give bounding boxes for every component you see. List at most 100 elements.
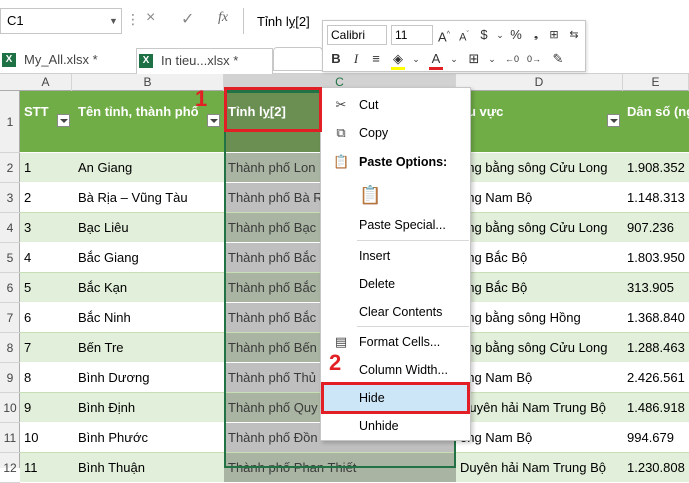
table-cell-a[interactable]: 9 — [20, 393, 72, 422]
formula-content[interactable]: Tỉnh lỵ[2] — [257, 14, 310, 29]
table-cell-e[interactable]: 907.236 — [623, 213, 689, 242]
menu-item-column-width[interactable]: Column Width... — [321, 357, 470, 383]
table-cell-e[interactable]: 1.148.313 — [623, 183, 689, 212]
filter-dropdown-icon[interactable] — [607, 114, 620, 127]
filter-dropdown-icon[interactable] — [207, 114, 220, 127]
menu-item-insert[interactable]: Insert — [321, 243, 470, 269]
menu-item-cut[interactable]: ✂ Cut — [321, 92, 470, 118]
increase-font-icon[interactable]: A^ — [435, 25, 453, 45]
table-cell-e[interactable]: 1.803.950 — [623, 243, 689, 272]
table-cell-d[interactable]: Duyên hải Nam Trung Bộ — [456, 393, 623, 422]
new-tab-button[interactable] — [273, 47, 323, 71]
table-cell-d[interactable]: òng Bắc Bộ — [456, 243, 623, 272]
table-cell-d[interactable]: òng bằng sông Cửu Long — [456, 213, 623, 242]
format-painter-icon[interactable]: ✎ — [549, 49, 567, 69]
table-cell-e[interactable]: 994.679 — [623, 423, 689, 452]
enter-icon[interactable]: ✓ — [181, 9, 194, 29]
row-header[interactable]: 11 — [0, 423, 20, 453]
menu-item-copy[interactable]: ⧉ Copy — [321, 120, 470, 146]
wrap-text-icon[interactable]: ⇆ — [565, 25, 583, 45]
column-header-a[interactable]: A — [20, 74, 72, 91]
chevron-down-icon[interactable]: ⌄ — [483, 49, 501, 69]
table-cell-a[interactable]: 10 — [20, 423, 72, 452]
borders-icon[interactable]: ⊞ — [465, 49, 483, 69]
chevron-down-icon[interactable]: ▼ — [109, 16, 118, 26]
table-cell-d[interactable]: òng bằng sông Hồng — [456, 303, 623, 332]
tab-in-tieu[interactable]: X In tieu...xlsx * — [136, 48, 273, 74]
table-cell-a[interactable]: 1 — [20, 153, 72, 182]
menu-item-clear-contents[interactable]: Clear Contents — [321, 299, 470, 325]
table-cell-b[interactable]: Bắc Ninh — [72, 303, 224, 332]
table-cell-e[interactable]: 2.426.561 — [623, 363, 689, 392]
paste-button[interactable]: 📋 — [321, 178, 470, 210]
header-cell-region[interactable]: hu vực — [456, 91, 623, 152]
percent-format-icon[interactable]: % — [507, 25, 525, 45]
table-cell-d[interactable]: ông Nam Bộ — [456, 183, 623, 212]
tab-my-all[interactable]: X My_All.xlsx * — [0, 48, 132, 74]
chevron-down-icon[interactable]: ⌄ — [407, 49, 425, 69]
font-size-field[interactable]: 11 — [391, 25, 433, 45]
table-cell-a[interactable]: 3 — [20, 213, 72, 242]
row-header[interactable]: 1 — [0, 91, 20, 153]
increase-decimal-icon[interactable]: ←0 — [503, 49, 521, 69]
table-cell-b[interactable]: Bạc Liêu — [72, 213, 224, 242]
table-cell-e[interactable]: 313.905 — [623, 273, 689, 302]
table-cell-d[interactable]: ông Nam Bộ — [456, 363, 623, 392]
table-cell-e[interactable]: 1.486.918 — [623, 393, 689, 422]
row-header[interactable]: 7 — [0, 303, 20, 333]
table-cell-b[interactable]: Bắc Giang — [72, 243, 224, 272]
row-header[interactable]: 12 — [0, 453, 20, 483]
table-cell-b[interactable]: Bắc Kạn — [72, 273, 224, 302]
table-cell-a[interactable]: 4 — [20, 243, 72, 272]
menu-item-format-cells[interactable]: ▤ Format Cells... — [321, 329, 470, 355]
row-header[interactable]: 4 — [0, 213, 20, 243]
table-cell-b[interactable]: Bình Phước — [72, 423, 224, 452]
menu-item-delete[interactable]: Delete — [321, 271, 470, 297]
table-cell-e[interactable]: 1.908.352 — [623, 153, 689, 182]
menu-item-unhide[interactable]: Unhide — [321, 413, 470, 439]
table-cell-d[interactable]: òng Bắc Bộ — [456, 273, 623, 302]
filter-dropdown-icon[interactable] — [57, 114, 70, 127]
table-cell-a[interactable]: 8 — [20, 363, 72, 392]
cancel-icon[interactable]: × — [146, 9, 155, 27]
table-cell-a[interactable]: 7 — [20, 333, 72, 362]
table-cell-a[interactable]: 6 — [20, 303, 72, 332]
table-cell-b[interactable]: Bình Dương — [72, 363, 224, 392]
row-header[interactable]: 2 — [0, 153, 20, 183]
table-cell-b[interactable]: An Giang — [72, 153, 224, 182]
row-header[interactable]: 6 — [0, 273, 20, 303]
decrease-font-icon[interactable]: Aˇ — [455, 25, 473, 45]
italic-icon[interactable]: I — [347, 49, 365, 69]
table-cell-a[interactable]: 5 — [20, 273, 72, 302]
name-box[interactable]: C1 — [0, 8, 122, 34]
menu-item-paste-special[interactable]: Paste Special... — [321, 212, 470, 238]
decrease-decimal-icon[interactable]: 0→ — [525, 49, 543, 69]
table-cell-d[interactable]: òng bằng sông Cửu Long — [456, 333, 623, 362]
header-cell-population[interactable]: Dân số (ng — [623, 91, 689, 152]
table-cell-b[interactable]: Bà Rịa – Vũng Tàu — [72, 183, 224, 212]
row-header[interactable]: 9 — [0, 363, 20, 393]
fill-color-icon[interactable]: ◈ — [389, 49, 407, 69]
row-header[interactable]: 5 — [0, 243, 20, 273]
column-header-d[interactable]: D — [456, 74, 623, 91]
table-cell-a[interactable]: 2 — [20, 183, 72, 212]
column-header-e[interactable]: E — [623, 74, 689, 91]
merge-center-icon[interactable]: ⊞ — [545, 25, 563, 45]
menu-item-hide[interactable]: Hide — [321, 385, 470, 411]
align-center-icon[interactable]: ≡ — [367, 49, 385, 69]
font-name-field[interactable]: Calibri — [327, 25, 387, 45]
font-color-icon[interactable]: A — [427, 49, 445, 69]
table-cell-b[interactable]: Bình Định — [72, 393, 224, 422]
insert-function-icon[interactable]: fx — [218, 10, 228, 26]
row-header[interactable]: 3 — [0, 183, 20, 213]
table-cell-d[interactable]: ông Nam Bộ — [456, 423, 623, 452]
row-header[interactable]: 10 — [0, 393, 20, 423]
chevron-down-icon[interactable]: ⌄ — [445, 49, 463, 69]
table-cell-d[interactable]: òng bằng sông Cửu Long — [456, 153, 623, 182]
table-cell-e[interactable]: 1.288.463 — [623, 333, 689, 362]
table-cell-b[interactable]: Bến Tre — [72, 333, 224, 362]
bold-icon[interactable]: B — [327, 49, 345, 69]
comma-style-icon[interactable]: ❟ — [527, 25, 545, 45]
row-header[interactable]: 8 — [0, 333, 20, 363]
table-cell-e[interactable]: 1.368.840 — [623, 303, 689, 332]
